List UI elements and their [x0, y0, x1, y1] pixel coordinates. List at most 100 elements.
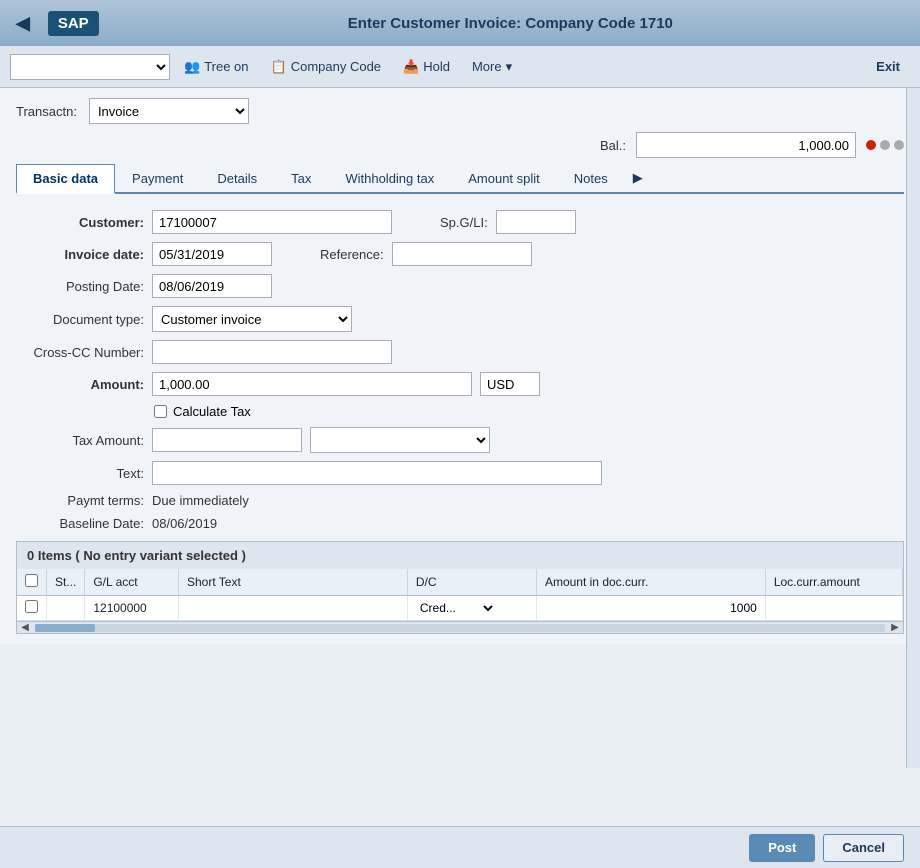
- more-button[interactable]: More ▾: [464, 56, 520, 78]
- tree-on-button[interactable]: 👥 Tree on: [176, 56, 257, 78]
- scroll-track[interactable]: [35, 624, 885, 632]
- reference-input[interactable]: [392, 242, 532, 266]
- transactn-label: Transactn:: [16, 104, 77, 119]
- hold-button[interactable]: 📥 Hold: [395, 56, 458, 78]
- tax-select[interactable]: [310, 427, 490, 453]
- doc-type-select[interactable]: Customer invoice: [152, 306, 352, 332]
- basic-data-form: Customer: Sp.G/LI: Invoice date: Referen…: [16, 210, 904, 531]
- col-status: St...: [47, 569, 85, 596]
- post-button[interactable]: Post: [749, 834, 815, 862]
- posting-date-input[interactable]: [152, 274, 272, 298]
- col-amount: Amount in doc.curr.: [536, 569, 765, 596]
- exit-button[interactable]: Exit: [866, 56, 910, 77]
- row-checkbox[interactable]: [25, 600, 38, 613]
- row-short-text[interactable]: [179, 596, 408, 621]
- gray-dot-2: [894, 140, 904, 150]
- footer: Post Cancel: [0, 826, 920, 868]
- amount-input[interactable]: [152, 372, 472, 396]
- tab-payment[interactable]: Payment: [115, 164, 200, 192]
- row-checkbox-cell: [17, 596, 47, 621]
- reference-fields: Reference:: [320, 242, 532, 266]
- row-dc[interactable]: Cred...: [407, 596, 536, 621]
- items-table: St... G/L acct Short Text D/C Amount in …: [17, 569, 903, 621]
- select-all-checkbox[interactable]: [25, 574, 38, 587]
- tree-on-label: Tree on: [204, 59, 248, 74]
- vertical-scrollbar[interactable]: [906, 88, 920, 768]
- sp-gl-fields: Sp.G/LI:: [440, 210, 576, 234]
- balance-label: Bal.:: [600, 138, 626, 153]
- tab-tax[interactable]: Tax: [274, 164, 328, 192]
- balance-row: Bal.:: [16, 132, 904, 158]
- window-title: Enter Customer Invoice: Company Code 171…: [111, 15, 910, 32]
- tab-notes[interactable]: Notes: [557, 164, 625, 192]
- cross-cc-input[interactable]: [152, 340, 392, 364]
- invoice-date-input[interactable]: [152, 242, 272, 266]
- cancel-button[interactable]: Cancel: [823, 834, 904, 862]
- row-amount-input[interactable]: [545, 601, 757, 615]
- tab-withholding-tax[interactable]: Withholding tax: [328, 164, 451, 192]
- sap-logo: SAP: [48, 11, 99, 36]
- col-dc: D/C: [407, 569, 536, 596]
- row-short-text-input[interactable]: [187, 601, 399, 615]
- balance-status-dots: [866, 140, 904, 150]
- title-bar: ◀ SAP Enter Customer Invoice: Company Co…: [0, 0, 920, 46]
- calculate-tax-checkbox[interactable]: [154, 405, 167, 418]
- scroll-left-button[interactable]: ◀: [17, 622, 33, 634]
- baseline-date-label: Baseline Date:: [24, 516, 144, 531]
- cross-cc-label: Cross-CC Number:: [24, 345, 144, 360]
- company-code-button[interactable]: 📋 Company Code: [263, 56, 390, 78]
- horizontal-scrollbar[interactable]: ◀ ▶: [17, 621, 903, 633]
- baseline-date-value: 08/06/2019: [152, 516, 217, 531]
- calc-tax-row: Calculate Tax: [154, 404, 896, 419]
- scroll-right-button[interactable]: ▶: [887, 622, 903, 634]
- customer-input[interactable]: [152, 210, 392, 234]
- paymt-terms-value: Due immediately: [152, 493, 249, 508]
- items-header: 0 Items ( No entry variant selected ): [17, 542, 903, 569]
- col-checkbox: [17, 569, 47, 596]
- invoice-date-row: Invoice date: Reference:: [24, 242, 896, 266]
- row-dc-select[interactable]: Cred...: [416, 600, 496, 616]
- more-label: More: [472, 59, 502, 74]
- amount-row: Amount:: [24, 372, 896, 396]
- row-amount[interactable]: [536, 596, 765, 621]
- sp-gl-label: Sp.G/LI:: [440, 215, 488, 230]
- toolbar-dropdown[interactable]: [10, 54, 170, 80]
- company-code-label: Company Code: [291, 59, 381, 74]
- text-label: Text:: [24, 466, 144, 481]
- reference-label: Reference:: [320, 247, 384, 262]
- currency-input[interactable]: [480, 372, 540, 396]
- col-short-text: Short Text: [179, 569, 408, 596]
- col-gl-acct: G/L acct: [85, 569, 179, 596]
- tab-basic-data[interactable]: Basic data: [16, 164, 115, 194]
- row-loc-amount: [765, 596, 902, 621]
- back-button[interactable]: ◀: [10, 11, 36, 36]
- tab-details[interactable]: Details: [200, 164, 274, 192]
- paymt-terms-row: Paymt terms: Due immediately: [24, 493, 896, 508]
- tab-amount-split[interactable]: Amount split: [451, 164, 557, 192]
- transactn-row: Transactn: Invoice: [16, 98, 904, 124]
- red-dot: [866, 140, 876, 150]
- baseline-date-row: Baseline Date: 08/06/2019: [24, 516, 896, 531]
- tax-amount-input[interactable]: [152, 428, 302, 452]
- doc-type-label: Document type:: [24, 312, 144, 327]
- text-input[interactable]: [152, 461, 602, 485]
- company-code-icon: 📋: [271, 59, 287, 75]
- sp-gl-input[interactable]: [496, 210, 576, 234]
- tabs-more-button[interactable]: ▶: [625, 164, 651, 192]
- balance-input[interactable]: [636, 132, 856, 158]
- main-content: Transactn: Invoice Bal.: Basic data Paym…: [0, 88, 920, 644]
- posting-date-label: Posting Date:: [24, 279, 144, 294]
- tax-amount-row: Tax Amount:: [24, 427, 896, 453]
- table-row: 12100000 Cred...: [17, 596, 903, 621]
- transactn-select[interactable]: Invoice: [89, 98, 249, 124]
- posting-date-row: Posting Date:: [24, 274, 896, 298]
- cross-cc-row: Cross-CC Number:: [24, 340, 896, 364]
- items-section: 0 Items ( No entry variant selected ) St…: [16, 541, 904, 634]
- tree-icon: 👥: [184, 59, 200, 75]
- invoice-date-label: Invoice date:: [24, 247, 144, 262]
- hold-label: Hold: [423, 59, 450, 74]
- scroll-thumb[interactable]: [35, 624, 95, 632]
- hold-icon: 📥: [403, 59, 419, 75]
- row-status: [47, 596, 85, 621]
- row-gl-acct: 12100000: [85, 596, 179, 621]
